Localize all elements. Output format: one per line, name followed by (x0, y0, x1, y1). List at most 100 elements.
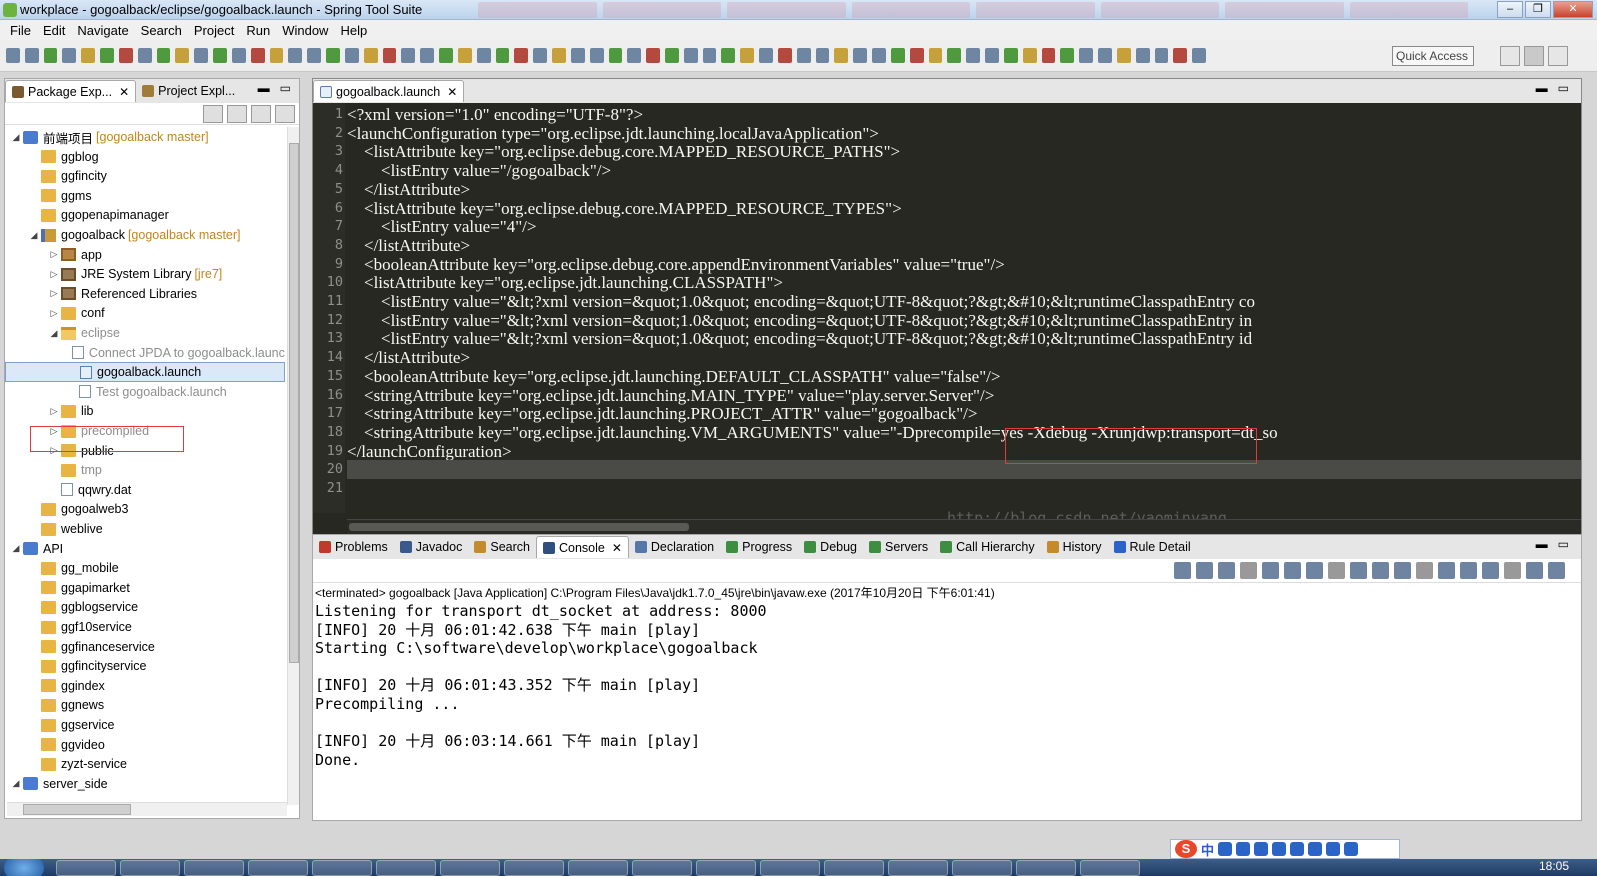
toolbar-action-icon[interactable] (1154, 48, 1169, 63)
toolbar-action-icon[interactable] (288, 48, 303, 63)
user-icon[interactable] (1308, 842, 1323, 856)
wrench-icon[interactable] (1344, 842, 1359, 856)
tab-debug[interactable]: Debug (798, 536, 863, 558)
console-action-icon[interactable] (1438, 562, 1455, 579)
console-action-icon[interactable] (1482, 562, 1499, 579)
toolbar-action-icon[interactable] (740, 48, 755, 63)
view-menu-icon[interactable] (251, 105, 271, 123)
tree-item[interactable]: ◢ server_side (5, 774, 285, 794)
toolbar-action-icon[interactable] (966, 48, 981, 63)
toolbar-action-icon[interactable] (24, 48, 39, 63)
menu-window[interactable]: Window (276, 23, 334, 38)
tree-item[interactable]: ▷ggindex (5, 676, 285, 696)
expanded-arrow-icon[interactable]: ◢ (9, 543, 23, 554)
tab-problems[interactable]: Problems (313, 536, 394, 558)
collapsed-arrow-icon[interactable]: ▷ (47, 426, 61, 437)
taskbar-app-button[interactable] (760, 860, 820, 876)
close-icon[interactable]: ✕ (119, 85, 129, 99)
taskbar-app-button[interactable] (504, 860, 564, 876)
expanded-arrow-icon[interactable]: ◢ (27, 230, 41, 241)
tree-item[interactable]: ▷ app (5, 245, 285, 265)
console-action-icon[interactable] (1240, 562, 1257, 579)
console-action-icon[interactable] (1416, 562, 1433, 579)
collapsed-arrow-icon[interactable]: ▷ (47, 249, 61, 260)
tree-item[interactable]: ▷zyzt-service (5, 754, 285, 774)
taskbar-app-button[interactable] (312, 860, 372, 876)
console-action-icon[interactable] (1262, 562, 1279, 579)
tree-item[interactable]: ▷ggopenapimanager (5, 205, 285, 225)
menu-edit[interactable]: Edit (37, 23, 71, 38)
toolbar-action-icon[interactable] (1022, 48, 1037, 63)
toolbar-action-icon[interactable] (307, 48, 322, 63)
tab-history[interactable]: History (1041, 536, 1108, 558)
taskbar-app-button[interactable] (248, 860, 308, 876)
toolbar-action-icon[interactable] (43, 48, 58, 63)
tab-rule-detail[interactable]: Rule Detail (1108, 536, 1197, 558)
console-action-icon[interactable] (1218, 562, 1235, 579)
collapsed-arrow-icon[interactable]: ▷ (47, 288, 61, 299)
console-action-icon[interactable] (1174, 562, 1191, 579)
tree-item[interactable]: ▷gogoalweb3 (5, 499, 285, 519)
toolbar-action-icon[interactable] (382, 48, 397, 63)
toolbar-action-icon[interactable] (476, 48, 491, 63)
moon-icon[interactable] (1218, 842, 1233, 856)
minimize-view-icon[interactable]: ▬ (258, 81, 270, 95)
menu-project[interactable]: Project (188, 23, 240, 38)
toolbar-action-icon[interactable] (552, 48, 566, 63)
toolbar-action-icon[interactable] (269, 48, 284, 63)
console-action-icon[interactable] (1196, 562, 1213, 579)
tree-item[interactable]: ▷ public (5, 441, 285, 461)
toolbar-action-icon[interactable] (872, 48, 886, 63)
tree-item[interactable]: ▷ggapimarket (5, 578, 285, 598)
tree-item[interactable]: ▷Test gogoalback.launch (5, 382, 285, 402)
toolbar-action-icon[interactable] (326, 48, 340, 63)
tab-progress[interactable]: Progress (720, 536, 798, 558)
tab-javadoc[interactable]: Javadoc (394, 536, 469, 558)
tree-item[interactable]: ▷ggms (5, 186, 285, 206)
toolbar-action-icon[interactable] (796, 48, 811, 63)
tree-item[interactable]: ▷ JRE System Library [jre7] (5, 264, 285, 284)
tree-item[interactable]: ◢ gogoalback [gogoalback master] (5, 225, 285, 245)
minimize-button[interactable]: ‒ (1497, 1, 1523, 18)
collapsed-arrow-icon[interactable]: ▷ (47, 406, 61, 417)
console-action-icon[interactable] (1328, 562, 1345, 579)
java-perspective-icon[interactable] (1548, 46, 1568, 66)
toolbar-action-icon[interactable] (608, 48, 623, 63)
taskbar-app-button[interactable] (376, 860, 436, 876)
toolbar-action-icon[interactable] (721, 48, 736, 63)
tree-item[interactable]: ▷ggnews (5, 695, 285, 715)
tab-call-hierarchy[interactable]: Call Hierarchy (934, 536, 1041, 558)
taskbar-app-button[interactable] (1016, 860, 1076, 876)
maximize-console-icon[interactable]: ▭ (1558, 537, 1569, 551)
menu-file[interactable]: File (4, 23, 37, 38)
expanded-arrow-icon[interactable]: ◢ (9, 132, 23, 143)
console-action-icon[interactable] (1350, 562, 1367, 579)
console-action-icon[interactable] (1548, 562, 1565, 579)
toolbar-action-icon[interactable] (137, 48, 152, 63)
maximize-editor-icon[interactable]: ▭ (1558, 81, 1569, 95)
toolbar-action-icon[interactable] (1116, 48, 1131, 63)
toolbar-action-icon[interactable] (213, 48, 227, 63)
toolbar-action-icon[interactable] (100, 48, 114, 63)
console-action-icon[interactable] (1306, 562, 1323, 579)
ime-mode-indicator[interactable]: 中 (1201, 840, 1214, 859)
vertical-scrollbar[interactable] (287, 127, 299, 805)
taskbar-app-button[interactable] (888, 860, 948, 876)
toolbar-action-icon[interactable] (6, 48, 20, 63)
taskbar-app-button[interactable] (440, 860, 500, 876)
tree-item[interactable]: ▷ggblog (5, 147, 285, 167)
tree-item[interactable]: ▷gogoalback.launch (5, 362, 285, 383)
toolbar-action-icon[interactable] (363, 48, 378, 63)
tree-item[interactable]: ▷ Referenced Libraries (5, 284, 285, 304)
tree-item[interactable]: ▷ggfincity (5, 166, 285, 186)
toolbar-action-icon[interactable] (664, 48, 679, 63)
toolbar-action-icon[interactable] (420, 48, 435, 63)
tree-item[interactable]: ▷tmp (5, 460, 285, 480)
tree-item[interactable]: ▷ggfinanceservice (5, 637, 285, 657)
toolbar-action-icon[interactable] (495, 48, 510, 63)
chevron-down-icon[interactable] (275, 105, 295, 123)
close-icon[interactable]: ✕ (612, 541, 622, 555)
tree-item[interactable]: ▷ggblogservice (5, 597, 285, 617)
tab-servers[interactable]: Servers (863, 536, 934, 558)
toolbar-action-icon[interactable] (344, 48, 359, 63)
